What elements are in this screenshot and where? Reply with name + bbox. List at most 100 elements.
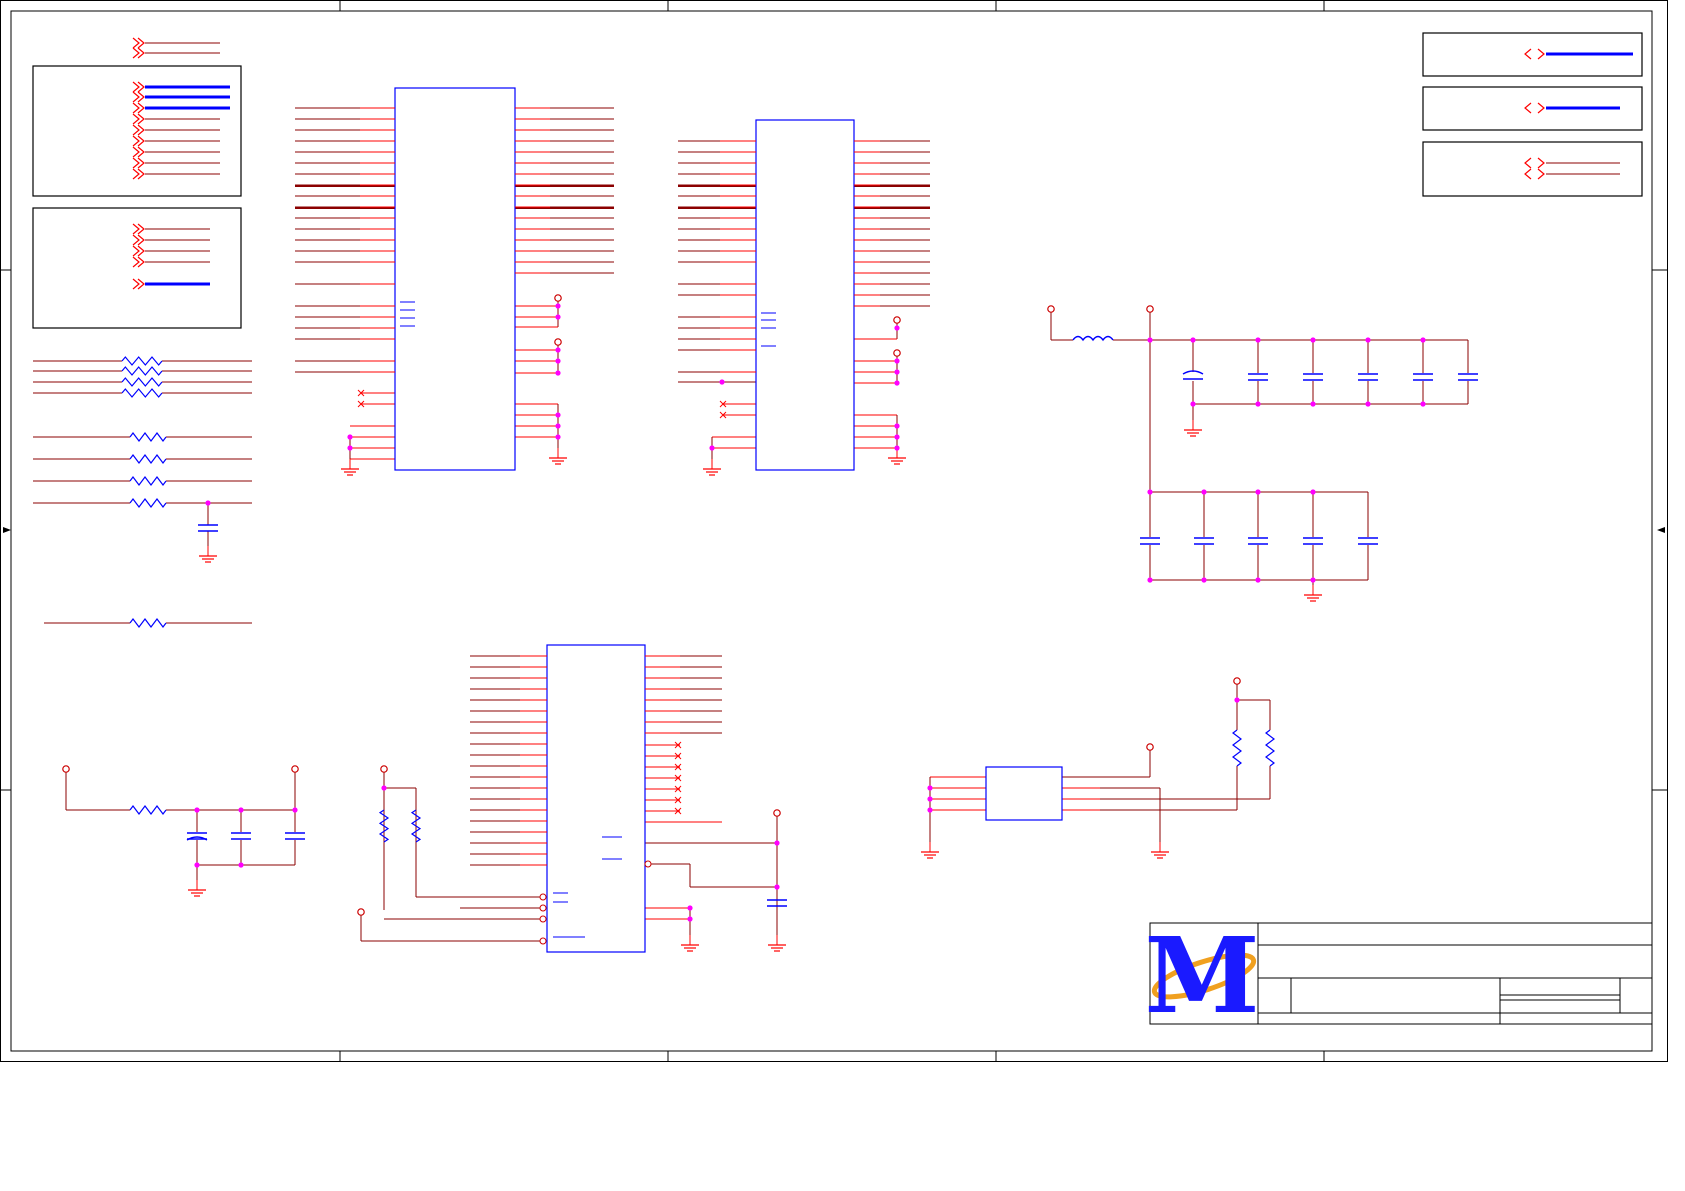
double-chevron-icon [132, 168, 145, 180]
junction-dot [927, 796, 933, 802]
power-port-icon [380, 765, 388, 773]
junction-dot [1201, 489, 1207, 495]
junction-dot [1190, 337, 1196, 343]
junction-dot [894, 445, 900, 451]
double-chevron-icon [132, 37, 145, 49]
power-port-icon [1047, 305, 1055, 313]
connector-group-box [32, 207, 242, 329]
junction-dot [292, 807, 298, 813]
power-port-icon [893, 316, 901, 324]
junction-dot [894, 380, 900, 386]
double-chevron-icon [132, 81, 145, 93]
junction-dot [205, 500, 211, 506]
double-chevron-icon [132, 91, 145, 103]
junction-dot [1310, 337, 1316, 343]
junction-dot [709, 445, 715, 451]
junction-dot [555, 347, 561, 353]
power-port-icon [554, 338, 562, 346]
double-chevron-icon [132, 278, 145, 290]
capacitor-icon [1182, 370, 1204, 375]
zone-arrow-icon [3, 527, 11, 533]
junction-dot [687, 905, 693, 911]
junction-dot [894, 423, 900, 429]
double-chevron-icon [132, 102, 145, 114]
pin-bubble-icon [539, 937, 547, 945]
power-port-icon [62, 765, 70, 773]
resistor-zigzag-icon [129, 454, 167, 464]
power-port-icon [554, 294, 562, 302]
junction-dot [555, 370, 561, 376]
zone-arrow-icon [1657, 527, 1665, 533]
junction-dot [1420, 337, 1426, 343]
connector-group-box [1422, 141, 1643, 197]
junction-dot [1310, 489, 1316, 495]
resistor-zigzag-icon [378, 809, 390, 843]
junction-dot [1234, 697, 1240, 703]
double-chevron-icon [132, 135, 145, 147]
junction-dot [555, 358, 561, 364]
double-chevron-icon [1524, 157, 1545, 169]
resistor-zigzag-icon [121, 377, 163, 387]
junction-dot [1420, 401, 1426, 407]
ic-u4-body [985, 766, 1063, 821]
junction-dot [1255, 337, 1261, 343]
junction-dot [1255, 401, 1261, 407]
power-port-icon [773, 809, 781, 817]
components-layer [32, 32, 1643, 953]
junction-dot [555, 434, 561, 440]
junction-dot [1365, 401, 1371, 407]
double-chevron-icon [132, 124, 145, 136]
power-port-icon [357, 908, 365, 916]
ic-u1-body [394, 87, 516, 471]
junction-dot [687, 916, 693, 922]
junction-dot [194, 862, 200, 868]
junction-dot [347, 445, 353, 451]
double-chevron-icon [132, 245, 145, 257]
inductor-coil-icon [1072, 335, 1114, 342]
junction-dot [719, 379, 725, 385]
power-port-icon [291, 765, 299, 773]
junction-dot [555, 303, 561, 309]
junction-dot [927, 785, 933, 791]
double-chevron-icon [132, 113, 145, 125]
junction-dot [894, 358, 900, 364]
junction-dot [555, 314, 561, 320]
double-chevron-icon [132, 256, 145, 268]
junction-dot [774, 884, 780, 890]
junction-dot [1310, 401, 1316, 407]
double-chevron-icon [132, 223, 145, 235]
double-chevron-icon [132, 157, 145, 169]
resistor-zigzag-icon [121, 356, 163, 366]
junction-dot [238, 807, 244, 813]
resistor-zigzag-icon [1232, 729, 1242, 767]
junction-dot [238, 862, 244, 868]
junction-dot [1147, 337, 1153, 343]
junction-dot [894, 369, 900, 375]
resistor-zigzag-icon [410, 809, 422, 843]
junction-dot [1201, 577, 1207, 583]
junctions-layer [194, 303, 1426, 922]
junction-dot [1190, 401, 1196, 407]
junction-dot [774, 840, 780, 846]
resistor-zigzag-icon [129, 498, 167, 508]
junction-dot [1255, 489, 1261, 495]
title-block: M [1144, 914, 1653, 1037]
resistor-zigzag-icon [121, 366, 163, 376]
junction-dot [555, 423, 561, 429]
pin-bubble-icon [539, 915, 547, 923]
outer-border [0, 0, 1668, 1062]
pin-bubble-icon [539, 893, 547, 901]
power-port-icon [893, 349, 901, 357]
power-port-icon [1233, 677, 1241, 685]
logo-letter: M [1144, 914, 1259, 1037]
junction-dot [927, 807, 933, 813]
schematic-sheet: M [0, 0, 1668, 1062]
junction-dot [894, 434, 900, 440]
resistor-zigzag-icon [1265, 729, 1275, 767]
resistor-zigzag-icon [129, 618, 167, 628]
junction-dot [1365, 337, 1371, 343]
double-chevron-icon [1524, 168, 1545, 180]
junction-dot [1255, 577, 1261, 583]
resistor-zigzag-icon [129, 476, 167, 486]
junction-dot [555, 412, 561, 418]
